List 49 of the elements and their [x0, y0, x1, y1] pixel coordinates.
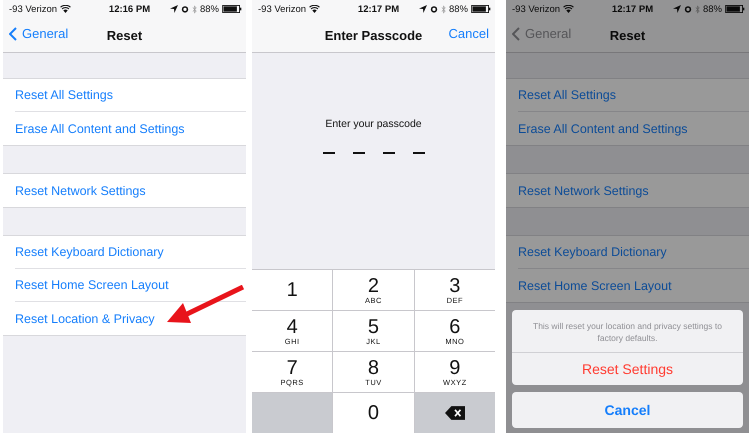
clock-time: 12:17 PM — [610, 4, 654, 14]
carrier-label: -93 Verizon — [258, 4, 306, 14]
settings-row[interactable]: Reset Location & Privacy — [15, 302, 246, 335]
settings-row[interactable]: Reset Home Screen Layout — [518, 269, 749, 302]
location-icon — [672, 5, 681, 13]
wifi-icon — [563, 5, 574, 13]
chevron-left-icon — [9, 26, 17, 40]
settings-row[interactable]: Reset All Settings — [518, 79, 749, 112]
keypad-key[interactable]: 0 — [333, 393, 414, 433]
settings-row[interactable]: Reset Keyboard Dictionary — [518, 236, 749, 269]
alert-message: This will reset your location and privacy settings to factory defaults. — [512, 310, 743, 353]
clock-time: 12:17 PM — [356, 4, 400, 14]
nav-title: Enter Passcode — [324, 28, 422, 42]
settings-row[interactable]: Erase All Content and Settings — [15, 112, 246, 145]
back-button[interactable]: General — [9, 26, 68, 41]
bluetooth-icon — [694, 4, 700, 14]
reset-settings-button[interactable]: Reset Settings — [512, 353, 743, 385]
settings-row[interactable]: Reset Keyboard Dictionary — [15, 236, 246, 269]
cancel-button[interactable]: Cancel — [448, 26, 489, 41]
battery-icon — [470, 5, 491, 13]
carrier-label: -93 Verizon — [9, 4, 58, 14]
settings-row[interactable]: Reset Home Screen Layout — [15, 269, 246, 302]
clock-time: 12:16 PM — [108, 4, 150, 14]
battery-percent: 88% — [200, 4, 219, 14]
passcode-prompt: Enter your passcode — [325, 118, 422, 130]
back-button[interactable]: General — [512, 26, 572, 41]
battery-icon — [222, 5, 242, 13]
keypad-key[interactable]: 1 — [252, 270, 332, 310]
alarm-icon — [180, 5, 189, 13]
cancel-button[interactable]: Cancel — [512, 392, 743, 428]
alarm-icon — [430, 5, 438, 13]
delete-key[interactable] — [414, 393, 495, 433]
battery-percent: 88% — [702, 4, 722, 14]
alarm-icon — [684, 5, 692, 13]
carrier-label: -93 Verizon — [512, 4, 560, 14]
location-icon — [418, 5, 427, 13]
chevron-left-icon — [512, 26, 520, 40]
nav-title: Reset — [106, 28, 142, 42]
location-icon — [170, 5, 178, 13]
backspace-icon — [444, 406, 465, 420]
settings-row[interactable]: Erase All Content and Settings — [518, 112, 749, 145]
settings-row[interactable]: Reset All Settings — [15, 79, 246, 112]
bluetooth-icon — [440, 4, 446, 14]
wifi-icon — [309, 5, 320, 13]
battery-percent: 88% — [448, 4, 468, 14]
nav-title: Reset — [610, 28, 646, 42]
wifi-icon — [60, 5, 72, 13]
bluetooth-icon — [192, 4, 197, 14]
battery-icon — [724, 5, 745, 13]
